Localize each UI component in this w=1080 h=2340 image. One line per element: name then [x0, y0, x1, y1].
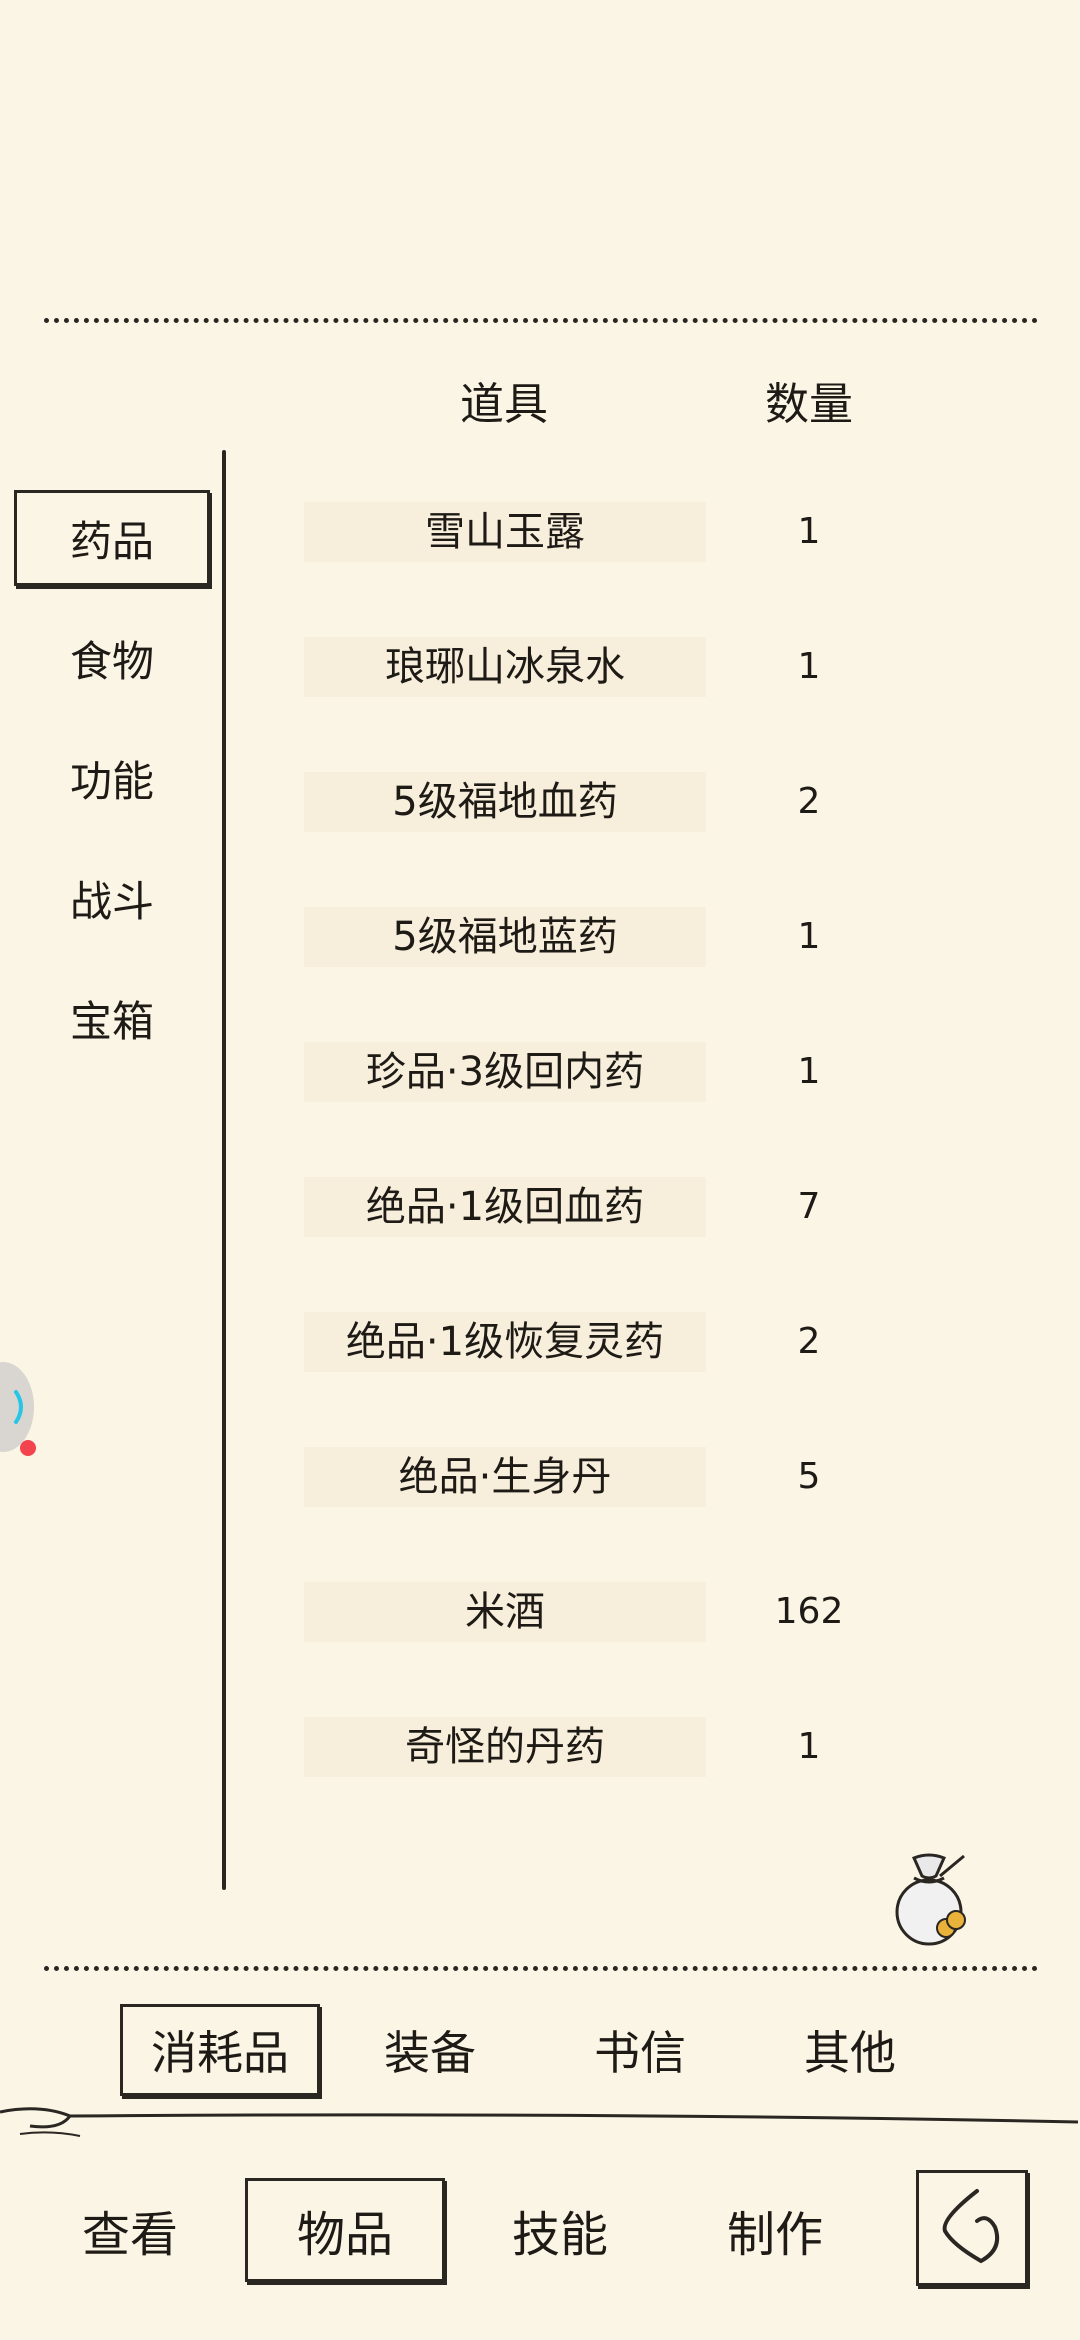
item-name: 5级福地蓝药 [392, 914, 618, 960]
brush-separator [0, 2100, 1080, 2140]
item-quantity: 1 [797, 511, 821, 552]
item-name: 珍品·3级回内药 [365, 1049, 645, 1095]
loot-bag-icon[interactable] [884, 1850, 974, 1950]
item-quantity: 5 [797, 1456, 821, 1497]
category-treasure-chest[interactable]: 宝箱 [14, 970, 210, 1066]
notification-dot [20, 1440, 36, 1456]
floating-assistant-icon[interactable] [0, 1362, 34, 1452]
nav-craft[interactable]: 制作 [675, 2178, 875, 2282]
item-quantity: 1 [797, 1726, 821, 1767]
item-quantity: 1 [797, 646, 821, 687]
item-name: 奇怪的丹药 [405, 1724, 605, 1770]
item-name: 琅琊山冰泉水 [385, 644, 625, 690]
category-food[interactable]: 食物 [14, 610, 210, 706]
subtab-other[interactable]: 其他 [750, 2004, 950, 2096]
category-divider [222, 450, 226, 1890]
nav-view[interactable]: 查看 [30, 2178, 230, 2282]
item-name: 雪山玉露 [425, 509, 585, 555]
nav-items[interactable]: 物品 [245, 2178, 445, 2282]
nav-skills[interactable]: 技能 [460, 2178, 660, 2282]
item-quantity: 7 [797, 1186, 821, 1227]
bottom-divider [44, 1966, 1038, 1971]
item-column-header: 道具 [460, 379, 548, 430]
category-battle[interactable]: 战斗 [14, 850, 210, 946]
item-name: 米酒 [465, 1589, 545, 1635]
item-quantity: 1 [797, 1051, 821, 1092]
item-name: 绝品·1级恢复灵药 [345, 1319, 665, 1365]
subtab-letters[interactable]: 书信 [540, 2004, 740, 2096]
item-name: 绝品·1级回血药 [365, 1184, 645, 1230]
top-divider [44, 318, 1038, 323]
item-name: 5级福地血药 [392, 779, 618, 825]
item-quantity: 2 [797, 1321, 821, 1362]
subtab-equipment[interactable]: 装备 [330, 2004, 530, 2096]
item-quantity: 1 [797, 916, 821, 957]
item-name: 绝品·生身丹 [398, 1454, 612, 1500]
quantity-column-header: 数量 [765, 379, 853, 430]
back-icon [933, 2183, 1011, 2273]
back-button[interactable] [916, 2170, 1028, 2286]
item-quantity: 162 [774, 1591, 844, 1632]
category-medicine[interactable]: 药品 [14, 490, 210, 586]
subtab-consumables[interactable]: 消耗品 [120, 2004, 320, 2096]
category-function[interactable]: 功能 [14, 730, 210, 826]
item-quantity: 2 [797, 781, 821, 822]
